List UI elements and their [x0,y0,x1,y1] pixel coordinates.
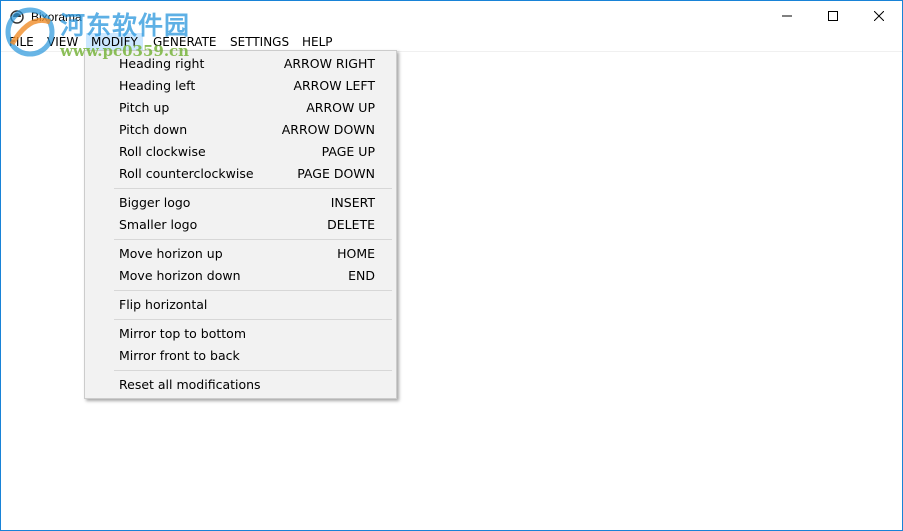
menu-item-mirror-front-to-back[interactable]: Mirror front to back [87,345,394,367]
menu-settings[interactable]: SETTINGS [225,33,294,51]
menu-item-label: Heading left [119,78,196,93]
menu-item-heading-right[interactable]: Heading right ARROW RIGHT [87,53,394,75]
minimize-icon [782,15,792,17]
menu-item-label: Bigger logo [119,195,191,210]
menu-item-roll-counterclockwise[interactable]: Roll counterclockwise PAGE DOWN [87,163,394,185]
menu-separator [114,188,392,189]
menu-item-label: Smaller logo [119,217,198,232]
menu-item-shortcut: INSERT [330,195,375,210]
menu-separator [114,290,392,291]
menu-item-smaller-logo[interactable]: Smaller logo DELETE [87,214,394,236]
title-bar[interactable]: Bixorama [1,1,902,32]
menu-item-move-horizon-up[interactable]: Move horizon up HOME [87,243,394,265]
menu-item-shortcut: ARROW DOWN [281,122,375,137]
menu-item-label: Move horizon down [119,268,241,283]
menu-item-mirror-top-to-bottom[interactable]: Mirror top to bottom [87,323,394,345]
close-button[interactable] [856,1,902,32]
menu-item-shortcut: PAGE DOWN [297,166,375,181]
menu-item-shortcut: HOME [337,246,375,261]
menu-item-shortcut: ARROW LEFT [293,78,375,93]
app-logo-icon [9,9,25,25]
menu-item-shortcut: ARROW RIGHT [283,56,375,71]
maximize-icon [828,11,838,21]
menu-item-heading-left[interactable]: Heading left ARROW LEFT [87,75,394,97]
menu-view[interactable]: VIEW [42,33,83,51]
menu-file[interactable]: FILE [4,33,39,51]
menu-item-shortcut: END [348,268,375,283]
menu-item-label: Mirror top to bottom [119,326,246,341]
menu-item-label: Pitch up [119,100,170,115]
menu-item-label: Roll counterclockwise [119,166,254,181]
menu-bar: FILE VIEW MODIFY GENERATE SETTINGS HELP [1,32,902,52]
menu-item-shortcut: PAGE UP [321,144,375,159]
window-title: Bixorama [31,10,82,24]
menu-separator [114,319,392,320]
menu-item-move-horizon-down[interactable]: Move horizon down END [87,265,394,287]
menu-item-label: Move horizon up [119,246,223,261]
menu-item-shortcut: ARROW UP [306,100,375,115]
menu-item-label: Roll clockwise [119,144,206,159]
menu-item-label: Flip horizontal [119,297,208,312]
menu-item-reset-all-modifications[interactable]: Reset all modifications [87,374,394,396]
menu-generate[interactable]: GENERATE [148,33,221,51]
menu-separator [114,239,392,240]
menu-item-label: Pitch down [119,122,188,137]
menu-item-label: Mirror front to back [119,348,240,363]
menu-item-bigger-logo[interactable]: Bigger logo INSERT [87,192,394,214]
menu-separator [114,370,392,371]
menu-item-label: Reset all modifications [119,377,261,392]
menu-item-label: Heading right [119,56,205,71]
maximize-button[interactable] [810,1,856,32]
menu-item-flip-horizontal[interactable]: Flip horizontal [87,294,394,316]
menu-item-shortcut: DELETE [327,217,375,232]
menu-item-roll-clockwise[interactable]: Roll clockwise PAGE UP [87,141,394,163]
menu-item-pitch-down[interactable]: Pitch down ARROW DOWN [87,119,394,141]
menu-item-pitch-up[interactable]: Pitch up ARROW UP [87,97,394,119]
menu-help[interactable]: HELP [297,33,338,51]
modify-dropdown-menu: Heading right ARROW RIGHT Heading left A… [84,50,397,399]
menu-modify[interactable]: MODIFY [86,33,143,51]
close-icon [874,11,884,21]
minimize-button[interactable] [764,1,810,32]
